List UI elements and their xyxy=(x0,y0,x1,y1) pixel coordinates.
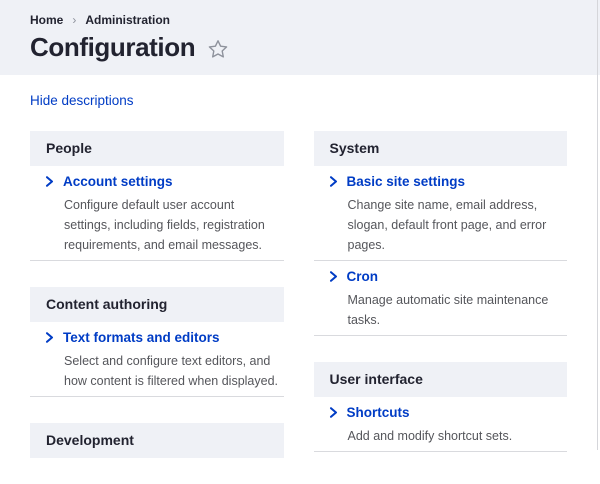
divider xyxy=(314,335,568,336)
item-description: Change site name, email address, slogan,… xyxy=(348,195,568,255)
link-label: Cron xyxy=(347,269,379,284)
config-item: Cron Manage automatic site maintenance t… xyxy=(314,261,568,336)
divider xyxy=(314,451,568,452)
chevron-right-icon xyxy=(45,176,54,187)
hide-descriptions-link[interactable]: Hide descriptions xyxy=(30,93,134,108)
card-development-title: Development xyxy=(30,423,284,458)
item-description: Manage automatic site maintenance tasks. xyxy=(348,290,568,330)
config-item: Text formats and editors Select and conf… xyxy=(30,322,284,397)
config-item: Shortcuts Add and modify shortcut sets. xyxy=(314,397,568,452)
breadcrumb-separator-icon: › xyxy=(72,14,76,26)
card-people-title: People xyxy=(30,131,284,166)
item-description: Configure default user account settings,… xyxy=(64,195,284,255)
card-content-authoring-title: Content authoring xyxy=(30,287,284,322)
page-title: Configuration xyxy=(30,33,195,63)
divider xyxy=(30,396,284,397)
page-header-band: Home › Administration Configuration xyxy=(0,0,600,75)
link-label: Basic site settings xyxy=(347,174,466,189)
card-system: System Basic site settings Change site n… xyxy=(314,131,568,336)
link-shortcuts[interactable]: Shortcuts xyxy=(329,405,568,420)
chevron-right-icon xyxy=(329,407,338,418)
link-account-settings[interactable]: Account settings xyxy=(45,174,284,189)
favorite-star-icon[interactable] xyxy=(208,39,228,59)
card-system-title: System xyxy=(314,131,568,166)
card-development: Development xyxy=(30,423,284,458)
item-description: Select and configure text editors, and h… xyxy=(64,351,284,391)
card-user-interface: User interface Shortcuts Add and modify … xyxy=(314,362,568,452)
link-label: Shortcuts xyxy=(347,405,410,420)
main-content: Hide descriptions People Account setting… xyxy=(0,75,600,484)
window-edge-line xyxy=(597,0,598,450)
left-column: People Account settings Configure defaul… xyxy=(30,131,284,484)
config-item: Account settings Configure default user … xyxy=(30,166,284,261)
breadcrumb-link-administration[interactable]: Administration xyxy=(85,13,170,27)
link-label: Account settings xyxy=(63,174,173,189)
divider xyxy=(30,260,284,261)
chevron-right-icon xyxy=(329,271,338,282)
card-user-interface-title: User interface xyxy=(314,362,568,397)
item-description: Add and modify shortcut sets. xyxy=(348,426,568,446)
right-column: System Basic site settings Change site n… xyxy=(314,131,568,484)
config-item: Basic site settings Change site name, em… xyxy=(314,166,568,261)
chevron-right-icon xyxy=(45,332,54,343)
link-label: Text formats and editors xyxy=(63,330,220,345)
link-basic-site-settings[interactable]: Basic site settings xyxy=(329,174,568,189)
link-text-formats-and-editors[interactable]: Text formats and editors xyxy=(45,330,284,345)
breadcrumb-link-home[interactable]: Home xyxy=(30,13,63,27)
chevron-right-icon xyxy=(329,176,338,187)
breadcrumb: Home › Administration xyxy=(30,13,570,27)
card-people: People Account settings Configure defaul… xyxy=(30,131,284,261)
card-content-authoring: Content authoring Text formats and edito… xyxy=(30,287,284,397)
link-cron[interactable]: Cron xyxy=(329,269,568,284)
config-card-grid: People Account settings Configure defaul… xyxy=(30,131,567,484)
